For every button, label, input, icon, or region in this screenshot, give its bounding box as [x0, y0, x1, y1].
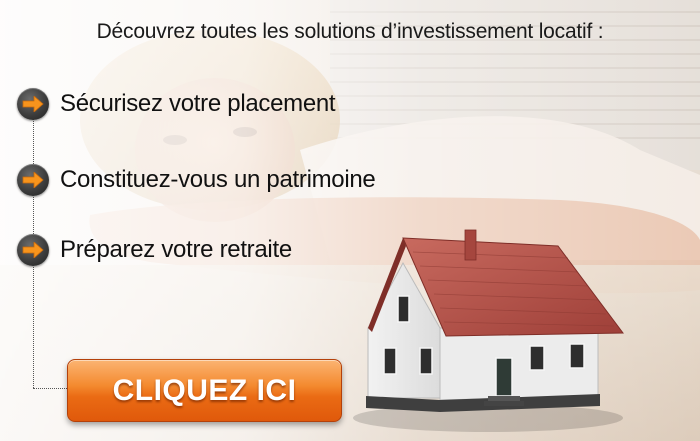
- benefit-label: Sécurisez votre placement: [60, 90, 336, 117]
- arrow-right-icon: [17, 234, 49, 266]
- arrow-right-icon: [17, 164, 49, 196]
- benefit-label: Préparez votre retraite: [60, 236, 292, 263]
- benefit-item-securisez: Sécurisez votre placement: [17, 88, 336, 120]
- house-illustration: [353, 229, 624, 432]
- benefit-item-constituez: Constituez-vous un patrimoine: [17, 164, 376, 196]
- cta-label: CLIQUEZ ICI: [112, 373, 297, 407]
- headline: Découvrez toutes les solutions d’investi…: [96, 20, 604, 43]
- benefit-label: Constituez-vous un patrimoine: [60, 166, 376, 193]
- cliquez-ici-button[interactable]: CLIQUEZ ICI: [67, 359, 342, 422]
- arrow-right-icon: [17, 88, 49, 120]
- benefit-item-preparez: Préparez votre retraite: [17, 234, 292, 266]
- investment-banner[interactable]: Découvrez toutes les solutions d’investi…: [0, 0, 700, 441]
